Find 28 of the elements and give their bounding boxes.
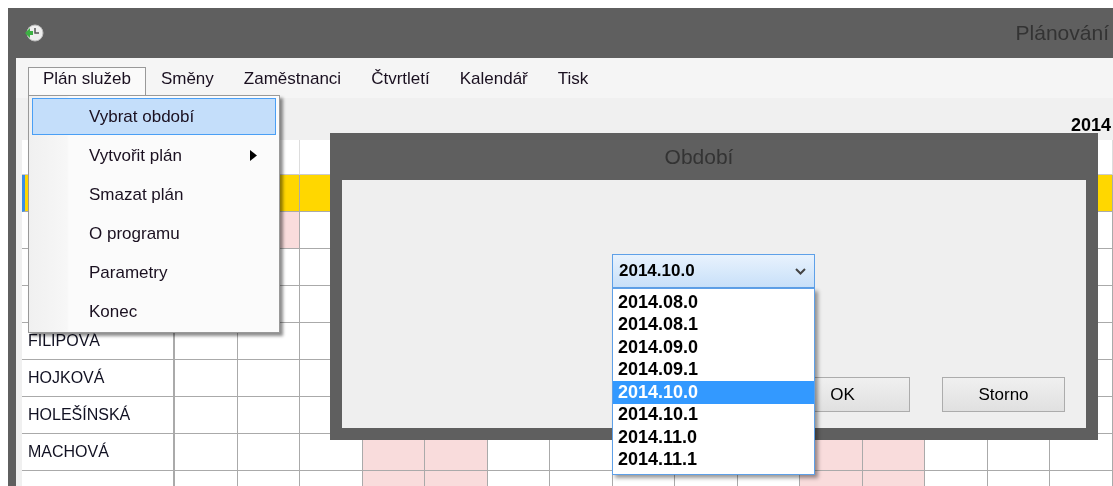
menu-entry[interactable]: Smazat plán bbox=[32, 176, 276, 213]
menu-entry[interactable]: Vytvořit plán bbox=[32, 137, 276, 174]
table-cell bbox=[175, 397, 238, 434]
menu-item[interactable]: Čtvrtletí bbox=[356, 67, 445, 98]
menu-item[interactable]: Zaměstnanci bbox=[228, 67, 357, 98]
menu-item[interactable]: Směny bbox=[145, 67, 229, 98]
menu-entry[interactable]: O programu bbox=[32, 215, 276, 252]
list-option[interactable]: 2014.09.0 bbox=[613, 336, 814, 359]
list-option[interactable]: 2014.08.1 bbox=[613, 313, 814, 336]
list-option[interactable]: 2014.11.1 bbox=[613, 448, 814, 471]
name-cell: MACHOVÁ bbox=[22, 434, 175, 471]
submenu-arrow-icon bbox=[250, 150, 257, 161]
chevron-down-icon bbox=[795, 267, 806, 275]
table-cell bbox=[237, 360, 300, 397]
list-option[interactable]: 2014.08.0 bbox=[613, 291, 814, 314]
period-label: 2014 bbox=[1070, 115, 1111, 137]
dialog-button[interactable]: Storno bbox=[942, 377, 1065, 412]
menu-item[interactable]: Tisk bbox=[542, 67, 604, 98]
menu-entry[interactable]: Vybrat období bbox=[32, 98, 276, 135]
period-combo[interactable]: 2014.10.0 bbox=[612, 254, 815, 288]
table-cell bbox=[237, 397, 300, 434]
list-option[interactable]: 2014.11.0 bbox=[613, 426, 814, 449]
menu-item[interactable]: Kalendář bbox=[444, 67, 543, 98]
menu-entry[interactable]: Parametry bbox=[32, 254, 276, 291]
clock-icon bbox=[24, 23, 44, 43]
name-cell: HOLEŠÍNSKÁ bbox=[22, 397, 175, 434]
name-cell: HOJKOVÁ bbox=[22, 360, 175, 397]
table-cell bbox=[175, 360, 238, 397]
